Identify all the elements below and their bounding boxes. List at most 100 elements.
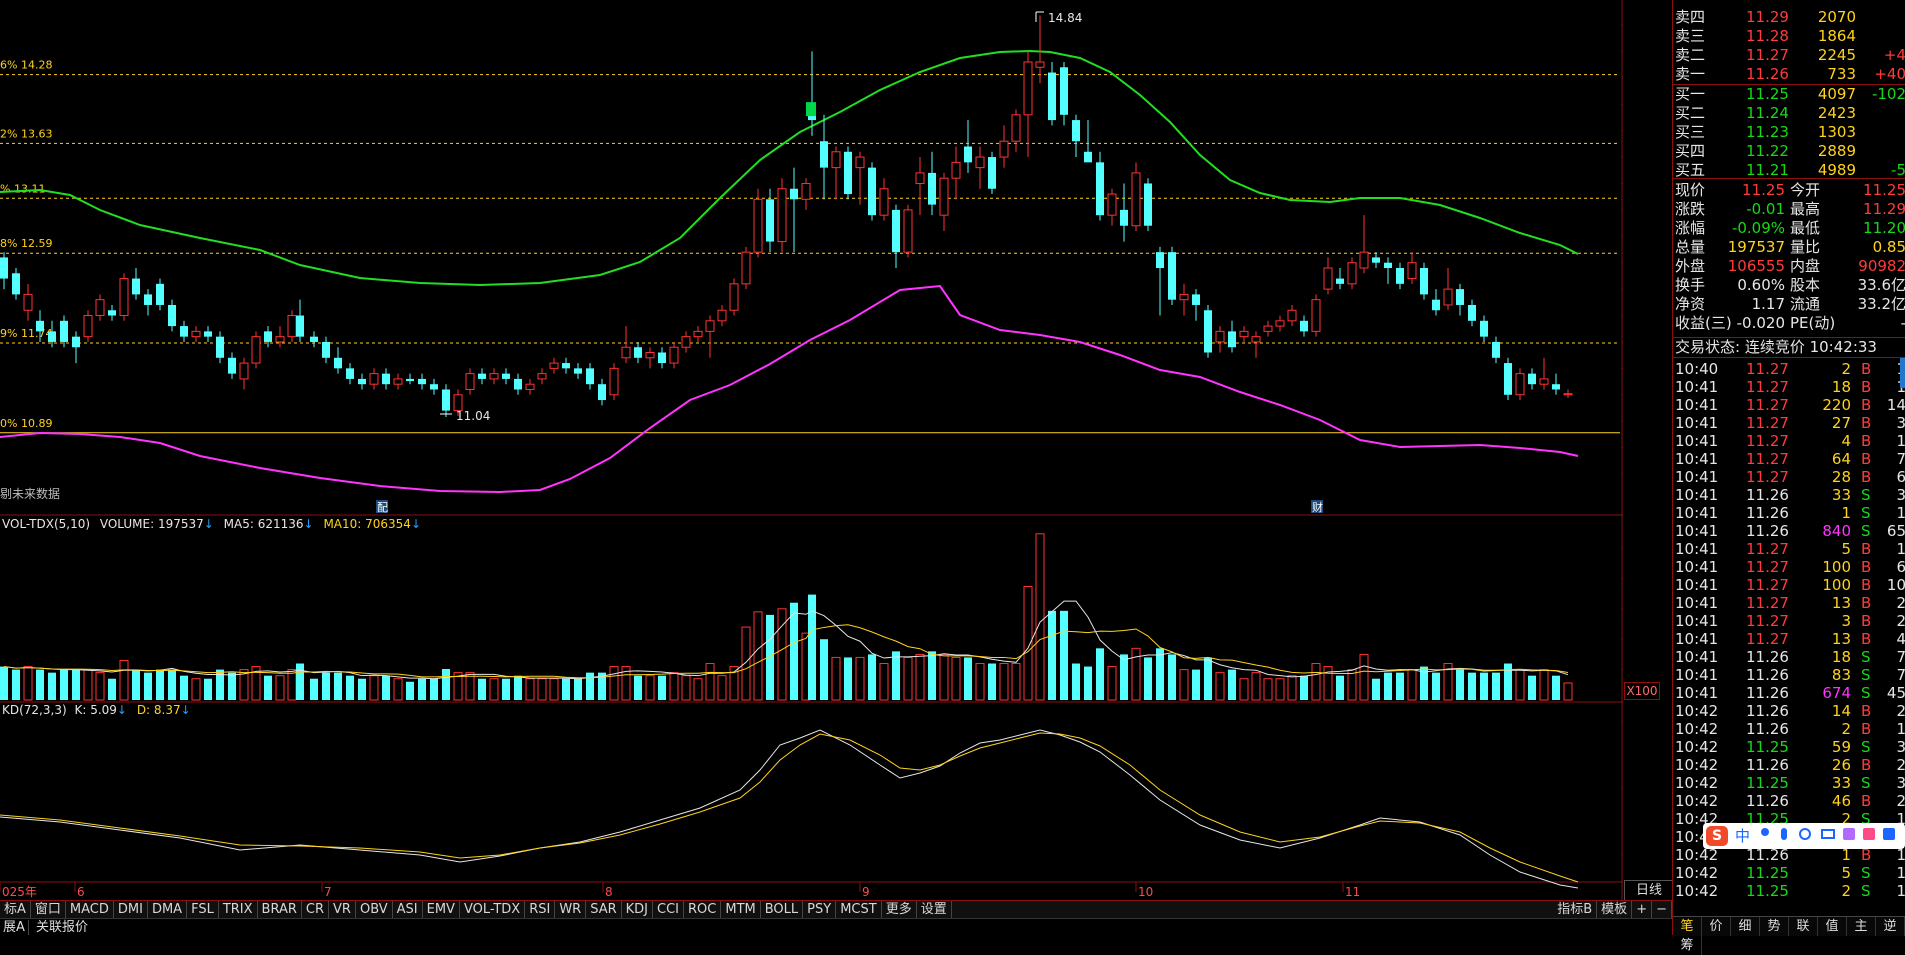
indicator-tab-vr[interactable]: VR [329,901,356,919]
indicator-tab-sar[interactable]: SAR [586,901,622,919]
tick-row[interactable]: 10:41 11.26 33 S 3 [1673,486,1905,504]
panel-tab-3[interactable]: 势 [1760,917,1789,936]
panel-tab-4[interactable]: 联 [1789,917,1818,936]
indicator-tab-trix[interactable]: TRIX [219,901,258,919]
indicator-tab-macd[interactable]: MACD [66,901,114,919]
bid-row[interactable]: 买二 11.24 2423 [1673,104,1905,122]
tick-row[interactable]: 10:41 11.27 13 B 4 [1673,630,1905,648]
tick-row[interactable]: 10:41 11.26 83 S 7 [1673,666,1905,684]
tick-row[interactable]: 10:41 11.27 100 B 6 [1673,558,1905,576]
tick-list-scrollbar[interactable] [1900,358,1905,388]
tick-row[interactable]: 10:41 11.27 100 B 10 [1673,576,1905,594]
ime-skin-icon[interactable] [1843,828,1855,840]
indicator-tab-vol-tdx[interactable]: VOL-TDX [460,901,526,919]
tick-row[interactable]: 10:41 11.27 27 B 3 [1673,414,1905,432]
tick-row[interactable]: 10:42 11.26 46 B 2 [1673,792,1905,810]
panel-tab-8[interactable]: 筹 [1673,936,1702,955]
ask-row[interactable]: 卖三 11.28 1864 [1673,27,1905,45]
tick-row[interactable]: 10:42 11.26 26 B 2 [1673,756,1905,774]
indicator-tab-boll[interactable]: BOLL [761,901,804,919]
indicator-tab-emv[interactable]: EMV [423,901,460,919]
indicator-tab-标a[interactable]: 标A [0,901,31,919]
panel-tab-6[interactable]: 主 [1847,917,1876,936]
panel-tab-7[interactable]: 逆 [1876,917,1905,936]
panel-tab-1[interactable]: 价 [1702,917,1731,936]
bid-row[interactable]: 买五 11.21 4989 -5 [1673,161,1905,179]
stat-row[interactable]: 现价 11.25 今开 11.25 [1673,181,1905,199]
tick-row[interactable]: 10:41 11.27 13 B 2 [1673,594,1905,612]
tick-row[interactable]: 10:42 11.26 14 B 2 [1673,702,1905,720]
indicator-tab-设置[interactable]: 设置 [917,901,952,919]
tick-row[interactable]: 10:42 11.25 33 S 3 [1673,774,1905,792]
event-marker-2[interactable]: 财 [1311,500,1323,514]
bid-row[interactable]: 买三 11.23 1303 [1673,123,1905,141]
indicator-tab-更多[interactable]: 更多 [882,901,917,919]
panel-tab-5[interactable]: 值 [1818,917,1847,936]
ime-toolbar[interactable]: S 中 [1703,823,1905,849]
period-daily-button[interactable]: 日线 [1624,880,1674,901]
ask-row[interactable]: 卖四 11.29 2070 [1673,8,1905,26]
ime-voice-icon[interactable] [1781,828,1787,840]
tick-row[interactable]: 10:4011.272B1 [1673,360,1905,378]
tick-row[interactable]: 10:41 11.26 674 S 45 [1673,684,1905,702]
indicator-tab-kdj[interactable]: KDJ [622,901,654,919]
indicator-tab-rsi[interactable]: RSI [525,901,556,919]
bid-row[interactable]: 买四 11.22 2889 [1673,142,1905,160]
tick-row[interactable]: 10:4111.2718B1 [1673,378,1905,396]
right-tab-3[interactable]: − [1652,901,1672,919]
tick-row[interactable]: 10:41 11.27 220 B 14 [1673,396,1905,414]
tick-row[interactable]: 10:41 11.27 28 B 6 [1673,468,1905,486]
ime-language-label[interactable]: 中 [1735,826,1750,846]
stat-row[interactable]: 总量 197537 量比 0.85 [1673,238,1905,256]
stat-row[interactable]: 外盘 106555 内盘 90982 [1673,257,1905,275]
indicator-tab-asi[interactable]: ASI [393,901,423,919]
stat-row[interactable]: 净资 1.17 流通 33.2亿 [1673,295,1905,313]
ime-toolbox-icon[interactable] [1863,828,1875,840]
tick-row[interactable]: 10:41 11.27 4 B 1 [1673,432,1905,450]
panel-tab-0[interactable]: 笔 [1673,917,1702,936]
stat-row[interactable]: 换手 0.60% 股本 33.6亿 [1673,276,1905,294]
panel-tab-2[interactable]: 细 [1731,917,1760,936]
tick-row[interactable]: 10:41 11.26 840 S 65 [1673,522,1905,540]
indicator-tab-psy[interactable]: PSY [803,901,837,919]
tick-row[interactable]: 10:41 11.26 1 S 1 [1673,504,1905,522]
ime-menu-icon[interactable] [1883,828,1895,840]
bid-row[interactable]: 买一 11.25 4097 -102 [1673,85,1905,103]
indicator-tab-mtm[interactable]: MTM [721,901,761,919]
tick-row[interactable]: 10:42 11.25 5 S 1 [1673,864,1905,882]
tick-row[interactable]: 10:41 11.27 5 B 1 [1673,540,1905,558]
event-marker-1[interactable]: 配 [376,500,388,514]
ime-keyboard-icon[interactable] [1821,829,1835,839]
tick-row[interactable]: 10:42 11.25 2 S 1 [1673,882,1905,900]
indicator-tab-窗口[interactable]: 窗口 [31,901,66,919]
tick-row[interactable]: 10:41 11.27 64 B 7 [1673,450,1905,468]
right-tab-0[interactable]: 指标B [1553,901,1598,919]
indicator-tab-brar[interactable]: BRAR [258,901,302,919]
indicator-tab-cci[interactable]: CCI [653,901,685,919]
indicator-tab-dmi[interactable]: DMI [114,901,148,919]
stat-row[interactable]: 涨幅 -0.09% 最低 11.20 [1673,219,1905,237]
indicator-tab-wr[interactable]: WR [555,901,587,919]
ime-punctuation-icon[interactable] [1761,828,1769,836]
ask-row[interactable]: 卖二 11.27 2245 +4 [1673,46,1905,64]
kline-chart-area[interactable]: 14.7514.5014.2514.0013.7513.5013.2513.00… [0,0,1623,900]
indicator-tab-cr[interactable]: CR [302,901,330,919]
indicator-tab-obv[interactable]: OBV [356,901,393,919]
stat-row[interactable]: 涨跌 -0.01 最高 11.29 [1673,200,1905,218]
right-tab-2[interactable]: + [1632,901,1653,919]
ime-emoji-icon[interactable] [1799,828,1811,840]
expand-button[interactable]: 展A [0,920,29,935]
stat-row[interactable]: 收益(三)-0.020PE(动)- [1673,314,1905,332]
ime-logo-icon[interactable]: S [1706,826,1728,846]
indicator-tab-roc[interactable]: ROC [684,901,722,919]
indicator-tab-dma[interactable]: DMA [148,901,188,919]
related-quotes-button[interactable]: 关联报价 [33,920,91,935]
tick-row[interactable]: 10:42 11.26 2 B 1 [1673,720,1905,738]
right-tab-1[interactable]: 模板 [1597,901,1633,919]
indicator-tab-fsl[interactable]: FSL [187,901,219,919]
ask-row[interactable]: 卖一 11.26 733 +40 [1673,65,1905,83]
indicator-tab-mcst[interactable]: MCST [836,901,882,919]
tick-row[interactable]: 10:41 11.26 18 S 7 [1673,648,1905,666]
tick-row[interactable]: 10:41 11.27 3 B 2 [1673,612,1905,630]
tick-row[interactable]: 10:42 11.25 59 S 3 [1673,738,1905,756]
